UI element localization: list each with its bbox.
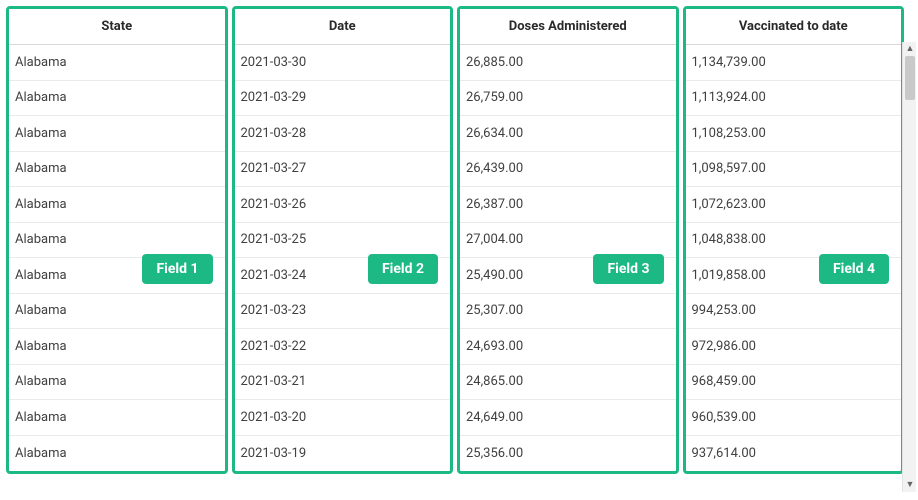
table-cell[interactable]: 2021-03-21 xyxy=(235,365,451,401)
table-cell[interactable]: 1,048,838.00 xyxy=(686,223,902,259)
table-cell[interactable]: 26,759.00 xyxy=(460,81,676,117)
column-date: Date 2021-03-30 2021-03-29 2021-03-28 20… xyxy=(232,6,454,474)
table-cell[interactable]: 1,113,924.00 xyxy=(686,81,902,117)
column-body-vaccinated: 1,134,739.00 1,113,924.00 1,108,253.00 1… xyxy=(686,45,902,471)
column-state: State Alabama Alabama Alabama Alabama Al… xyxy=(6,6,228,474)
table-cell[interactable]: Alabama xyxy=(9,152,225,188)
table-cell[interactable]: Alabama xyxy=(9,45,225,81)
table-cell[interactable]: 2021-03-24 xyxy=(235,258,451,294)
column-body-date: 2021-03-30 2021-03-29 2021-03-28 2021-03… xyxy=(235,45,451,471)
table-cell[interactable]: 26,885.00 xyxy=(460,45,676,81)
column-doses: Doses Administered 26,885.00 26,759.00 2… xyxy=(457,6,679,474)
table-cell[interactable]: 27,004.00 xyxy=(460,223,676,259)
column-header-state[interactable]: State xyxy=(9,9,225,45)
table-cell[interactable]: 960,539.00 xyxy=(686,400,902,436)
table-cell[interactable]: 24,693.00 xyxy=(460,329,676,365)
table-cell[interactable]: Alabama xyxy=(9,294,225,330)
table-cell[interactable]: 25,356.00 xyxy=(460,436,676,472)
column-vaccinated: Vaccinated to date 1,134,739.00 1,113,92… xyxy=(683,6,905,474)
table-cell[interactable]: 2021-03-23 xyxy=(235,294,451,330)
table-cell[interactable]: 1,098,597.00 xyxy=(686,152,902,188)
table-cell[interactable]: Alabama xyxy=(9,258,225,294)
table-cell[interactable]: 937,614.00 xyxy=(686,436,902,472)
table-cell[interactable]: 25,490.00 xyxy=(460,258,676,294)
scroll-up-icon[interactable]: ▲ xyxy=(903,42,917,56)
table-cell[interactable]: 968,459.00 xyxy=(686,365,902,401)
table-cell[interactable]: 2021-03-20 xyxy=(235,400,451,436)
table-cell[interactable]: 994,253.00 xyxy=(686,294,902,330)
data-table: State Alabama Alabama Alabama Alabama Al… xyxy=(6,6,904,492)
column-header-doses[interactable]: Doses Administered xyxy=(460,9,676,45)
table-cell[interactable]: Alabama xyxy=(9,365,225,401)
table-cell[interactable]: 2021-03-19 xyxy=(235,436,451,472)
column-header-date[interactable]: Date xyxy=(235,9,451,45)
table-cell[interactable]: 25,307.00 xyxy=(460,294,676,330)
table-cell[interactable]: 24,865.00 xyxy=(460,365,676,401)
table-cell[interactable]: 2021-03-22 xyxy=(235,329,451,365)
table-cell[interactable]: Alabama xyxy=(9,223,225,259)
table-cell[interactable]: 26,439.00 xyxy=(460,152,676,188)
table-cell[interactable]: Alabama xyxy=(9,81,225,117)
table-cell[interactable]: Alabama xyxy=(9,436,225,472)
table-cell[interactable]: 2021-03-25 xyxy=(235,223,451,259)
table-cell[interactable]: 1,108,253.00 xyxy=(686,116,902,152)
scrollbar-thumb[interactable] xyxy=(905,56,915,100)
table-cell[interactable]: 1,134,739.00 xyxy=(686,45,902,81)
table-cell[interactable]: 26,387.00 xyxy=(460,187,676,223)
table-cell[interactable]: Alabama xyxy=(9,187,225,223)
table-cell[interactable]: 1,019,858.00 xyxy=(686,258,902,294)
table-cell[interactable]: 2021-03-28 xyxy=(235,116,451,152)
scroll-down-icon[interactable]: ▼ xyxy=(903,478,917,492)
column-body-doses: 26,885.00 26,759.00 26,634.00 26,439.00 … xyxy=(460,45,676,471)
column-body-state: Alabama Alabama Alabama Alabama Alabama … xyxy=(9,45,225,471)
table-cell[interactable]: 972,986.00 xyxy=(686,329,902,365)
vertical-scrollbar[interactable]: ▲ ▼ xyxy=(902,42,916,492)
table-cell[interactable]: Alabama xyxy=(9,116,225,152)
table-cell[interactable]: 2021-03-26 xyxy=(235,187,451,223)
table-cell[interactable]: 24,649.00 xyxy=(460,400,676,436)
table-cell[interactable]: 1,072,623.00 xyxy=(686,187,902,223)
table-cell[interactable]: 2021-03-27 xyxy=(235,152,451,188)
table-cell[interactable]: Alabama xyxy=(9,400,225,436)
table-columns: State Alabama Alabama Alabama Alabama Al… xyxy=(6,6,904,474)
column-header-vaccinated[interactable]: Vaccinated to date xyxy=(686,9,902,45)
table-cell[interactable]: 2021-03-29 xyxy=(235,81,451,117)
table-cell[interactable]: 26,634.00 xyxy=(460,116,676,152)
table-cell[interactable]: Alabama xyxy=(9,329,225,365)
table-cell[interactable]: 2021-03-30 xyxy=(235,45,451,81)
